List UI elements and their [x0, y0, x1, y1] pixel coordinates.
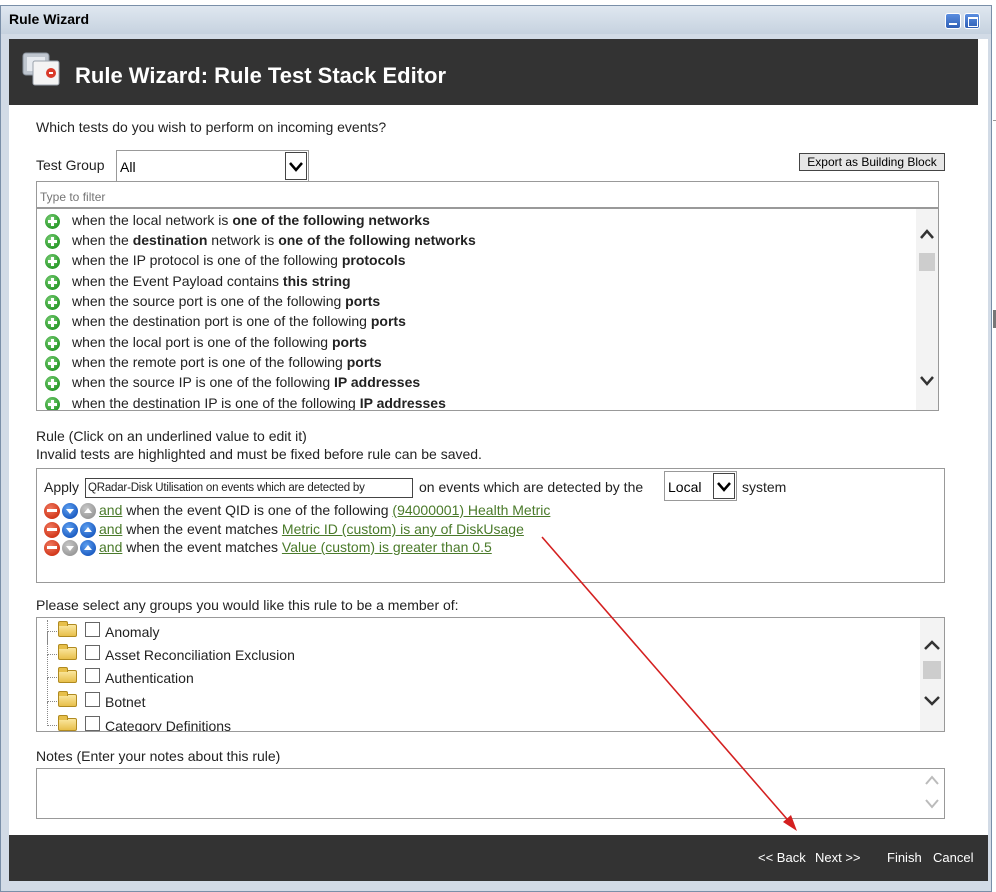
chevron-down-icon[interactable] [285, 152, 307, 180]
test-group-value: All [120, 159, 136, 175]
scroll-thumb[interactable] [919, 253, 935, 271]
folder-icon [58, 644, 77, 660]
next-button[interactable]: Next >> [815, 850, 861, 865]
add-icon[interactable] [45, 275, 60, 290]
folder-icon [58, 691, 77, 707]
page-title: Rule Wizard: Rule Test Stack Editor [75, 63, 447, 88]
scroll-up-icon[interactable] [923, 638, 941, 652]
rule-note: Invalid tests are highlighted and must b… [36, 446, 482, 462]
notes-textarea[interactable] [36, 768, 945, 819]
scroll-down-icon[interactable] [924, 797, 940, 811]
group-checkbox[interactable] [85, 692, 100, 707]
folder-icon [58, 621, 77, 637]
minimize-button[interactable] [945, 13, 961, 29]
scroll-up-icon[interactable] [924, 773, 940, 787]
rule-editor: Apply QRadar-Disk Utilisation on events … [36, 468, 945, 583]
groups-scrollbar[interactable] [920, 618, 944, 731]
scroll-up-icon[interactable] [919, 227, 935, 241]
notes-heading: Notes (Enter your notes about this rule) [36, 748, 281, 764]
test-group-label: Test Group [36, 157, 105, 173]
add-icon[interactable] [45, 397, 60, 410]
tree-item[interactable]: Asset Reconciliation Exclusion [37, 631, 917, 665]
wizard-footer: << Back Next >> Finish Cancel [9, 835, 988, 881]
add-icon[interactable] [45, 234, 60, 249]
tests-question: Which tests do you wish to perform on in… [36, 119, 387, 135]
groups-tree: Anomaly Asset Reconciliation Exclusion A… [36, 617, 945, 732]
add-icon[interactable] [45, 336, 60, 351]
groups-heading: Please select any groups you would like … [36, 597, 459, 613]
remove-icon[interactable] [44, 522, 60, 538]
remove-icon[interactable] [44, 503, 60, 519]
window-title: Rule Wizard [9, 11, 89, 27]
group-checkbox[interactable] [85, 622, 100, 637]
tree-item[interactable]: Category Definitions [37, 702, 917, 731]
system-value: Local [668, 479, 702, 495]
remove-icon[interactable] [44, 540, 60, 556]
chevron-down-icon[interactable] [713, 473, 735, 499]
and-toggle[interactable]: and [99, 539, 122, 555]
scroll-down-icon[interactable] [923, 694, 941, 708]
group-checkbox[interactable] [85, 645, 100, 660]
scroll-down-icon[interactable] [919, 374, 935, 388]
scroll-thumb[interactable] [923, 661, 941, 679]
rule-wizard-window: Rule Wizard Rule Wizard: Rule Test Stack… [0, 5, 992, 892]
and-toggle[interactable]: and [99, 521, 122, 537]
move-down-icon [62, 540, 78, 556]
export-building-block-button[interactable]: Export as Building Block [799, 153, 945, 171]
tree-item[interactable]: Anomaly [37, 620, 917, 644]
add-icon[interactable] [45, 315, 60, 330]
wizard-content: Rule Wizard: Rule Test Stack Editor Whic… [9, 39, 988, 881]
window-titlebar[interactable]: Rule Wizard [1, 6, 991, 34]
add-icon[interactable] [45, 376, 60, 391]
move-up-icon[interactable] [80, 540, 96, 556]
rule-value-link[interactable]: Metric ID (custom) is any of DiskUsage [282, 521, 524, 537]
tree-item[interactable]: Botnet [37, 678, 917, 712]
rule-name-input[interactable]: QRadar-Disk Utilisation on events which … [85, 478, 413, 498]
filter-input[interactable] [36, 181, 939, 208]
add-icon[interactable] [45, 356, 60, 371]
folder-icon [58, 715, 77, 731]
system-select[interactable]: Local [664, 471, 737, 501]
detected-text: on events which are detected by the [419, 479, 644, 495]
system-label: system [742, 479, 787, 495]
rule-heading: Rule (Click on an underlined value to ed… [36, 428, 307, 444]
test-group-select[interactable]: All [116, 150, 309, 182]
folder-icon [58, 667, 77, 683]
group-checkbox[interactable] [85, 668, 100, 683]
add-icon[interactable] [45, 254, 60, 269]
add-icon[interactable] [45, 295, 60, 310]
rule-value-link[interactable]: Value (custom) is greater than 0.5 [282, 539, 492, 555]
and-toggle[interactable]: and [99, 502, 122, 518]
test-list-scrollbar[interactable] [916, 209, 938, 410]
finish-button[interactable]: Finish [887, 850, 922, 865]
move-down-icon[interactable] [62, 503, 78, 519]
test-list: when the local network is one of the fol… [36, 208, 939, 411]
move-up-icon [80, 503, 96, 519]
maximize-button[interactable] [964, 13, 980, 29]
wizard-header: Rule Wizard: Rule Test Stack Editor [9, 39, 978, 105]
move-up-icon[interactable] [80, 522, 96, 538]
move-down-icon[interactable] [62, 522, 78, 538]
tree-item[interactable]: Authentication [37, 654, 917, 688]
rule-wizard-icon [22, 52, 60, 86]
group-checkbox[interactable] [85, 716, 100, 731]
back-button[interactable]: << Back [758, 850, 806, 865]
rule-value-link[interactable]: (94000001) Health Metric [392, 502, 550, 518]
cancel-button[interactable]: Cancel [933, 850, 973, 865]
add-icon[interactable] [45, 214, 60, 229]
apply-label: Apply [44, 479, 80, 495]
